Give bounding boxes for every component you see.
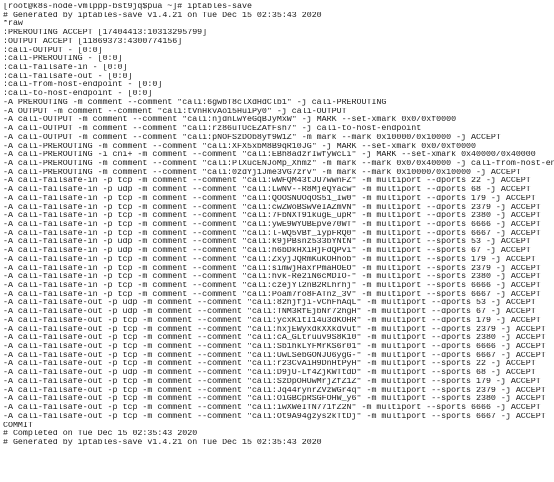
command-output: # Generated by iptables-save v1.4.21 on … <box>3 12 554 448</box>
output-line: :cali-PREROUTING - [0:0] <box>3 55 123 64</box>
output-line: -A cali-PREROUTING -m comment --comment … <box>3 159 554 168</box>
output-line: # Generated by iptables-save v1.4.21 on … <box>3 11 322 20</box>
output-line: -A cali-failsafe-in -p udp -m comment --… <box>3 247 531 256</box>
output-line: -A cali-OUTPUT -m comment --comment "cal… <box>3 125 422 134</box>
output-line: -A cali-OUTPUT -m comment --comment "cal… <box>3 116 457 125</box>
output-line: :cali-OUTPUT - [0:0] <box>3 46 103 55</box>
output-line: -A cali-failsafe-out -p tcp -m comment -… <box>3 377 541 386</box>
output-line: -A cali-failsafe-in -p tcp -m comment --… <box>3 290 541 299</box>
output-line: :cali-to-host-endpoint - [0:0] <box>3 90 153 99</box>
output-line: -A cali-failsafe-in -p tcp -m comment --… <box>3 264 541 273</box>
output-line: :PREROUTING ACCEPT [17404413:10313295799… <box>3 29 208 38</box>
output-line: -A cali-failsafe-in -p udp -m comment --… <box>3 238 531 247</box>
output-line: COMMIT <box>3 421 33 430</box>
output-line: -A OUTPUT -m comment --comment "cali:tVn… <box>3 107 347 116</box>
output-line: -A cali-failsafe-out -p tcp -m comment -… <box>3 334 546 343</box>
output-line: -A cali-OUTPUT -m comment --comment "cal… <box>3 133 501 142</box>
output-line: -A cali-failsafe-in -p tcp -m comment --… <box>3 203 541 212</box>
output-line: -A cali-failsafe-in -p tcp -m comment --… <box>3 229 541 238</box>
output-line: -A cali-failsafe-out -p tcp -m comment -… <box>3 404 541 413</box>
output-line: -A cali-failsafe-out -p tcp -m comment -… <box>3 386 546 395</box>
output-line: -A cali-failsafe-in -p tcp -m comment --… <box>3 255 536 264</box>
output-line: -A cali-failsafe-in -p udp -m comment --… <box>3 186 531 195</box>
output-line: -A cali-failsafe-in -p tcp -m comment --… <box>3 212 541 221</box>
output-line: # Generated by iptables-save v1.4.21 on … <box>3 438 322 447</box>
output-line: -A cali-failsafe-out -p tcp -m comment -… <box>3 343 546 352</box>
output-line: -A cali-failsafe-in -p tcp -m comment --… <box>3 220 541 229</box>
output-line: -A cali-failsafe-out -p tcp -m comment -… <box>3 360 536 369</box>
output-line: -A cali-failsafe-out -p udp -m comment -… <box>3 299 536 308</box>
output-line: -A cali-failsafe-out -p tcp -m comment -… <box>3 351 546 360</box>
output-line: -A cali-failsafe-out -p udp -m comment -… <box>3 308 536 317</box>
output-line: -A cali-failsafe-out -p tcp -m comment -… <box>3 412 546 421</box>
terminal-window[interactable]: [root@k8s-node-vmlppp-bst9jq$pua ~]# ipt… <box>0 0 554 482</box>
output-line: -A cali-failsafe-out -p tcp -m comment -… <box>3 395 546 404</box>
output-line: -A cali-failsafe-in -p tcp -m comment --… <box>3 282 541 290</box>
output-line: -A cali-failsafe-out -p udp -m comment -… <box>3 369 536 378</box>
shell-prompt: [root@k8s-node-vmlppp-bst9jq$pua ~]# ipt… <box>3 3 252 11</box>
output-line: -A cali-failsafe-out -p tcp -m comment -… <box>3 325 546 334</box>
output-line: :OUTPUT ACCEPT [11869373:4300774156] <box>3 37 183 46</box>
output-line: -A cali-PREROUTING -i cni+ -m comment --… <box>3 151 536 160</box>
output-line: -A cali-failsafe-out -p tcp -m comment -… <box>3 316 541 325</box>
output-line: *raw <box>3 20 23 29</box>
output-line: -A cali-PREROUTING -m comment --comment … <box>3 142 476 151</box>
output-line: :cali-failsafe-in - [0:0] <box>3 64 128 73</box>
output-line: -A cali-failsafe-in -p tcp -m comment --… <box>3 177 531 186</box>
output-line: :cali-from-host-endpoint - [0:0] <box>3 81 163 90</box>
output-line: -A PREROUTING -m comment --comment "cali… <box>3 98 387 107</box>
output-line: -A cali-failsafe-in -p tcp -m comment --… <box>3 273 541 282</box>
output-line: -A cali-PREROUTING -m comment --comment … <box>3 168 521 177</box>
output-line: # Completed on Tue Dec 15 02:35:43 2020 <box>3 430 198 439</box>
output-line: :cali-failsafe-out - [0:0] <box>3 72 133 81</box>
output-line: -A cali-failsafe-in -p tcp -m comment --… <box>3 194 536 203</box>
